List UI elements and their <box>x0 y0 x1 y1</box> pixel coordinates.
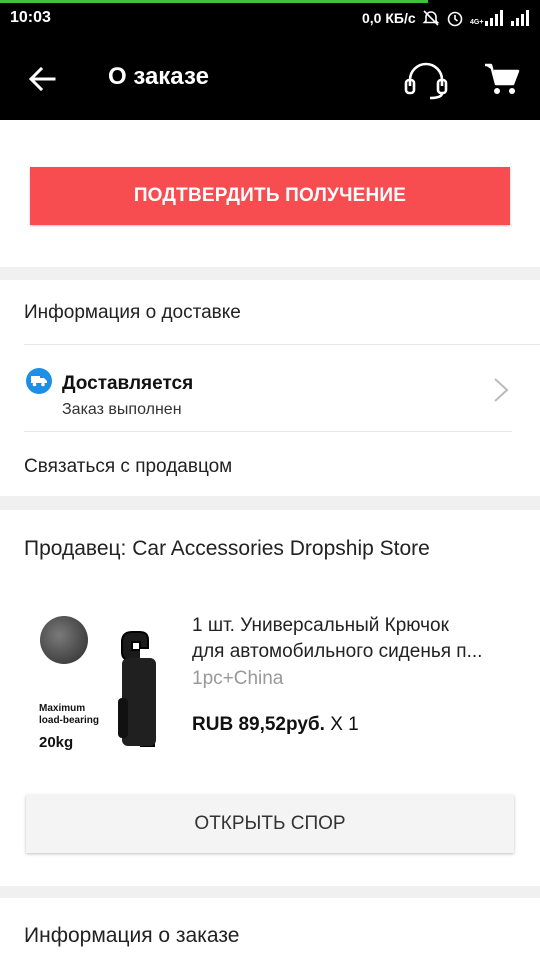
page-title: О заказе <box>108 63 209 90</box>
confirm-card: ПОДТВЕРДИТЬ ПОЛУЧЕНИЕ <box>0 120 540 267</box>
hook-product-illustration <box>118 631 156 747</box>
product-price-row: RUB 89,52руб. X 1 <box>192 714 359 736</box>
download-progress-bar <box>0 0 428 3</box>
network-type-label: 4G+ <box>470 19 484 26</box>
product-image[interactable]: Maximum load-bearing 20kg <box>30 606 180 762</box>
delivery-status-subtitle: Заказ выполнен <box>62 401 182 418</box>
status-bar: 10:03 0,0 КБ/с 4G+ <box>0 0 540 38</box>
status-time: 10:03 <box>10 9 51 26</box>
signal-4g-icon: 4G+ <box>470 10 504 26</box>
contact-seller-link[interactable]: Связаться с продавцом <box>24 456 232 478</box>
product-title-line2: для автомобильного сиденья п... <box>192 641 483 662</box>
image-caption-line2: load-bearing <box>39 715 100 726</box>
seller-name[interactable]: Продавец: Car Accessories Dropship Store <box>24 537 430 561</box>
confirm-receipt-button[interactable]: ПОДТВЕРДИТЬ ПОЛУЧЕНИЕ <box>30 167 510 225</box>
image-caption-weight: 20kg <box>39 734 74 751</box>
divider <box>24 431 512 432</box>
chevron-right-icon[interactable] <box>492 377 510 403</box>
signal-icon <box>511 10 530 26</box>
order-info-section-title: Информация о заказе <box>24 924 240 947</box>
open-dispute-button[interactable]: ОТКРЫТЬ СПОР <box>26 795 514 853</box>
product-price: RUB 89,52руб. <box>192 714 325 735</box>
back-arrow-icon[interactable] <box>26 63 58 95</box>
product-title[interactable]: 1 шт. Универсальный Крючок для автомобил… <box>192 613 522 665</box>
alarm-icon <box>447 11 463 27</box>
product-quantity: X 1 <box>330 714 359 735</box>
app-bar: О заказе <box>0 38 540 120</box>
delivery-status-title: Доставляется <box>62 373 194 394</box>
headset-support-icon[interactable] <box>404 60 448 100</box>
product-title-line1: 1 шт. Универсальный Крючок <box>192 615 449 636</box>
product-variant: 1pc+China <box>192 668 284 689</box>
product-image-caption: Maximum load-bearing <box>39 703 99 727</box>
delivery-truck-icon <box>26 368 52 394</box>
order-info-card: Информация о заказе <box>0 898 540 960</box>
cart-icon[interactable] <box>484 62 520 96</box>
image-caption-line1: Maximum <box>39 703 86 714</box>
status-icons: 4G+ <box>422 9 532 27</box>
product-thumbnail <box>40 616 88 664</box>
delivery-section-title: Информация о доставке <box>24 302 241 323</box>
network-speed: 0,0 КБ/с <box>362 10 416 26</box>
mute-icon <box>422 10 440 26</box>
